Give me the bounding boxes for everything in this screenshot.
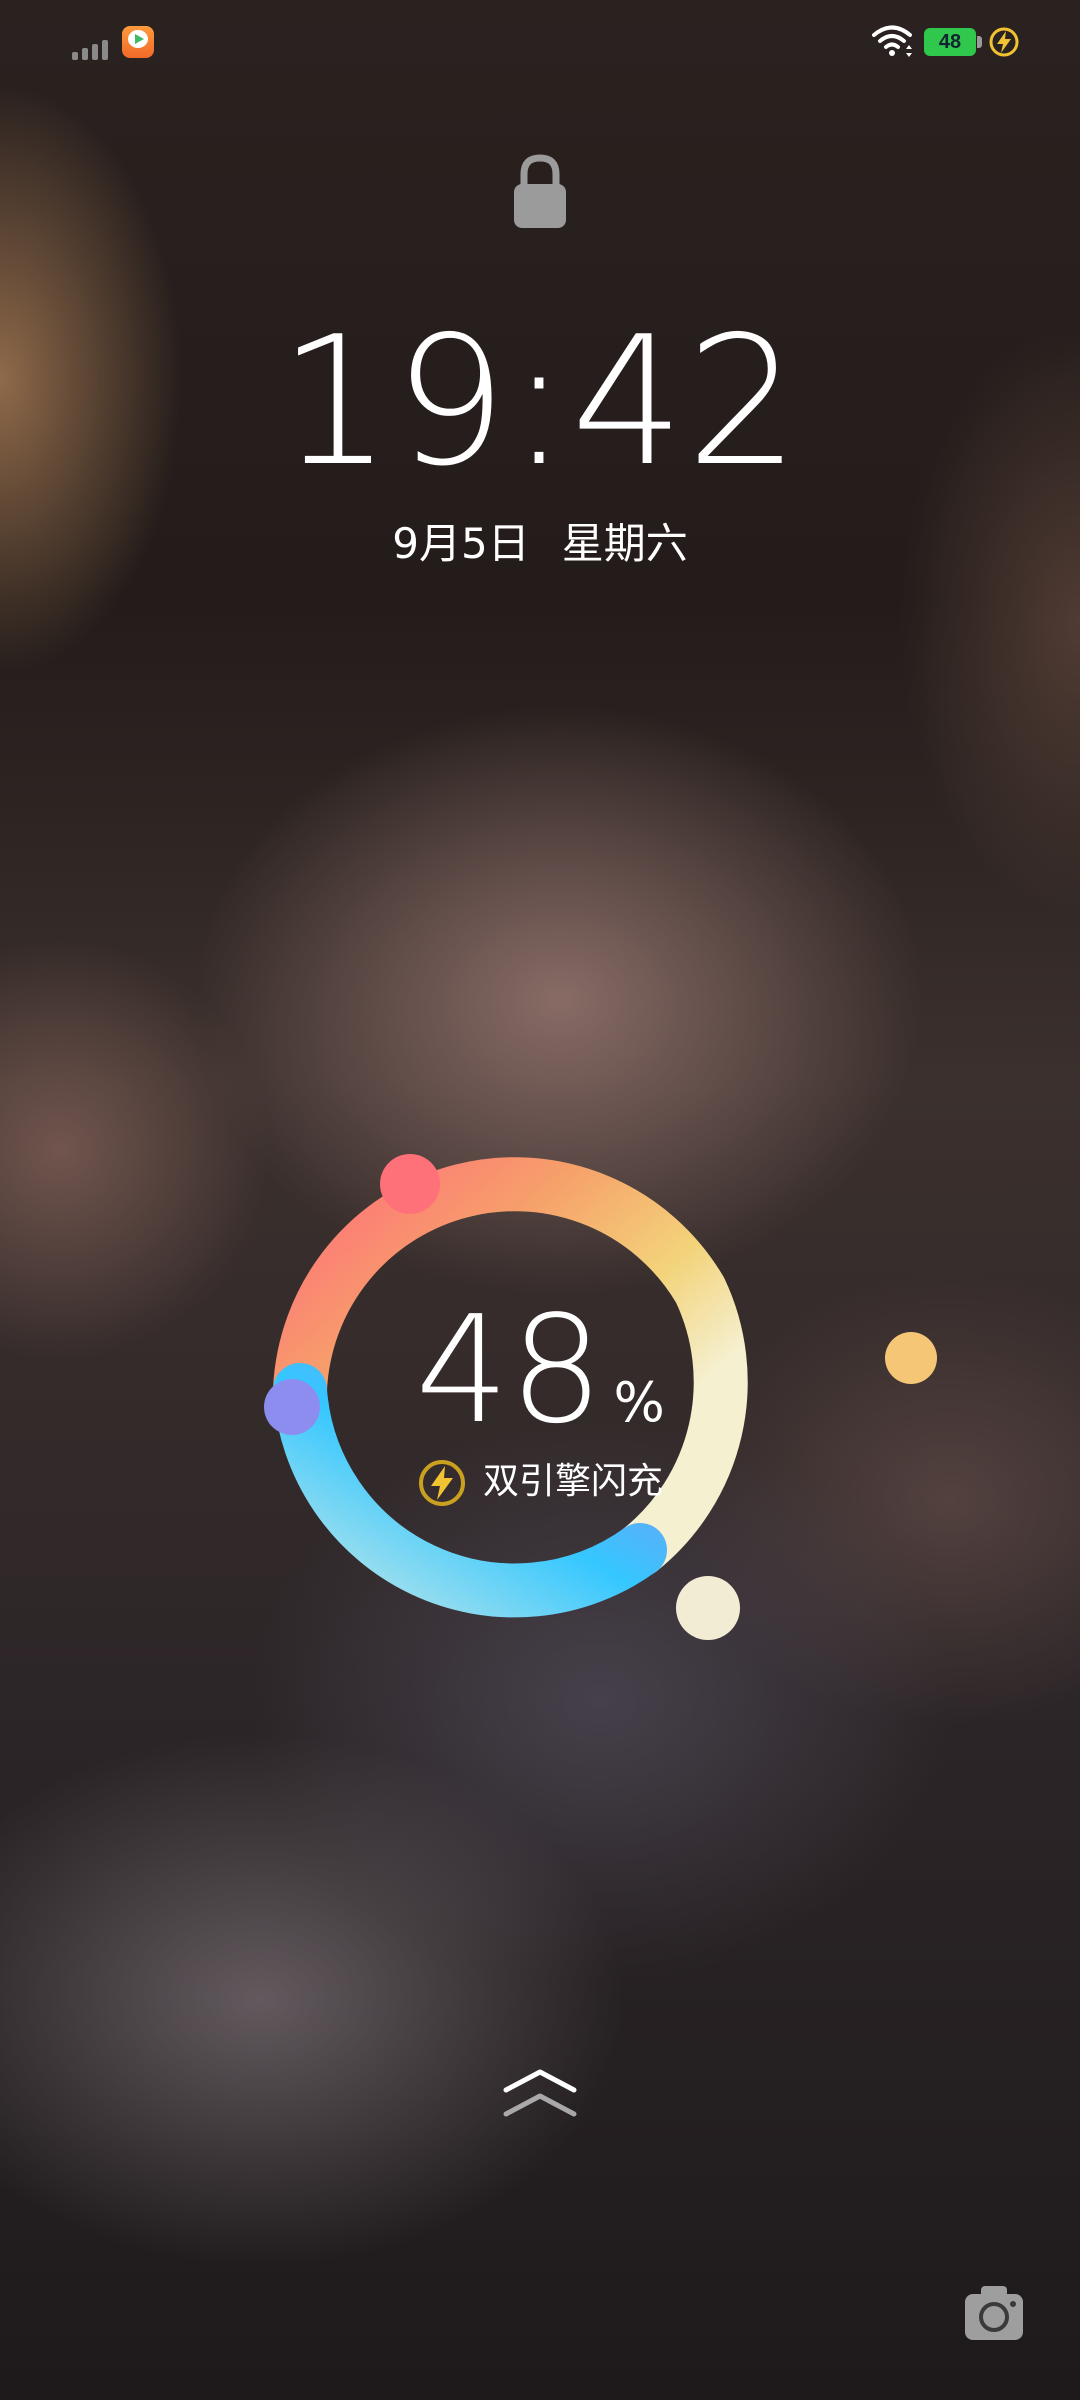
battery-level: 48 bbox=[938, 31, 962, 53]
lock-icon bbox=[514, 154, 566, 228]
lock-screen: 48 19:42 9月5日 星期六 48 % 双引擎闪充 bbox=[0, 0, 1080, 2400]
battery-percent: 48% bbox=[0, 1295, 1080, 1445]
charge-mode-label: 双引擎闪充 bbox=[482, 1461, 663, 1502]
video-app-icon bbox=[122, 26, 154, 58]
status-bar: 48 bbox=[0, 0, 1080, 90]
percent-value: 48 bbox=[415, 1284, 604, 1456]
charge-mode: 双引擎闪充 bbox=[0, 1452, 1080, 1512]
date-line: 9月5日 星期六 bbox=[0, 516, 1080, 572]
flash-charge-icon bbox=[418, 1460, 465, 1506]
camera-icon[interactable] bbox=[963, 2284, 1025, 2342]
clock-time: 19:42 bbox=[278, 298, 802, 505]
date-text: 9月5日 bbox=[392, 519, 530, 568]
wifi-icon bbox=[872, 25, 912, 57]
fast-charge-icon bbox=[989, 27, 1019, 57]
swipe-up-icon[interactable] bbox=[500, 2066, 580, 2124]
signal-icon bbox=[72, 38, 112, 60]
battery-icon: 48 bbox=[924, 28, 976, 56]
weekday-text: 星期六 bbox=[561, 519, 688, 568]
percent-sign: % bbox=[613, 1371, 665, 1434]
battery-tip bbox=[977, 36, 982, 48]
